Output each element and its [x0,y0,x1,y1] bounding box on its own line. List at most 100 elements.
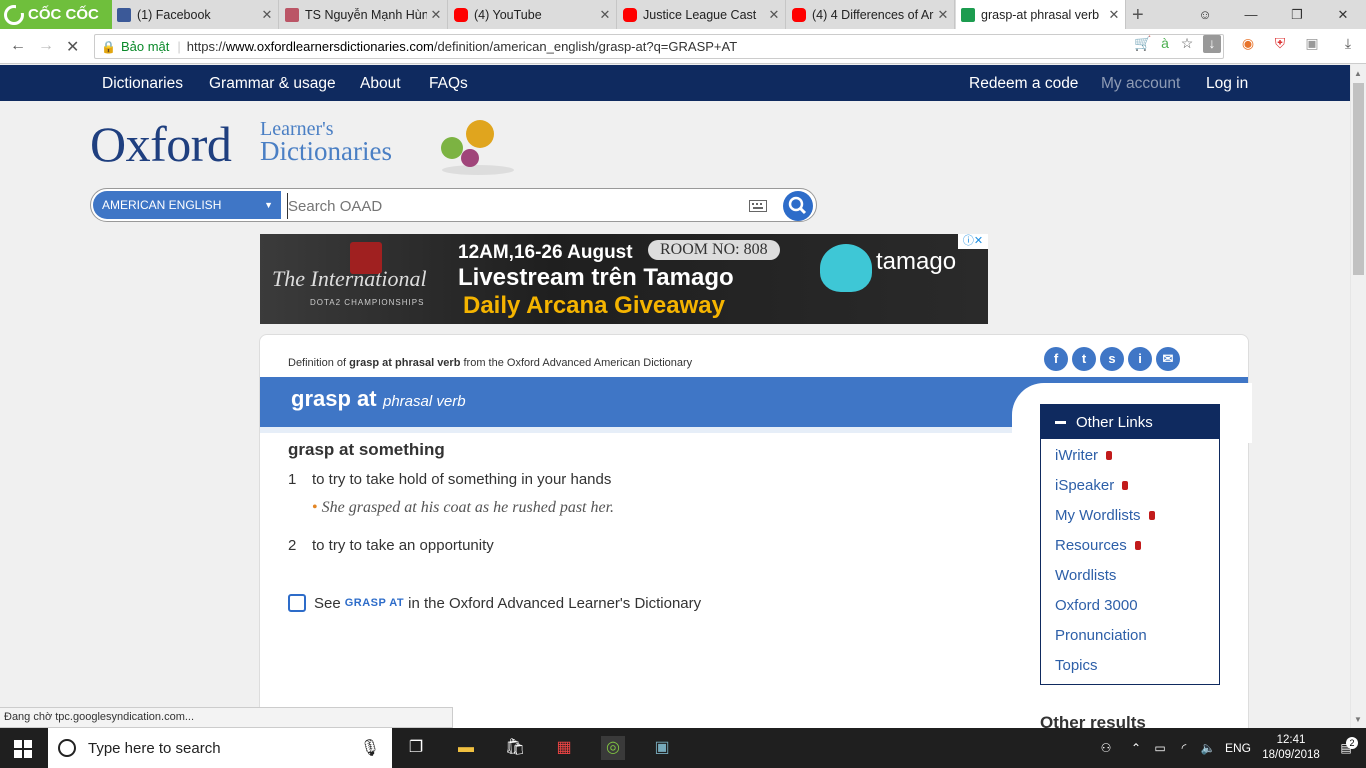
app-icon[interactable]: ▣ [650,736,674,760]
keyboard-icon[interactable] [749,200,767,212]
nav-redeem-code[interactable]: Redeem a code [969,75,1078,93]
close-icon[interactable]: ✕ [1105,7,1123,23]
link-ispeaker[interactable]: iSpeaker [1055,477,1129,494]
task-view-icon[interactable]: ❐ [404,736,428,760]
link-label: Oxford 3000 [1055,597,1138,614]
system-tray: ⚇ ⌃ ▭ ◜ 🔈 ENG 12:41 18/09/2018 ▤ 2 [1088,728,1366,768]
share-icon[interactable]: i [1128,347,1152,371]
nav-log-in[interactable]: Log in [1206,75,1248,93]
notification-icon[interactable]: ▤ 2 [1326,737,1366,755]
link-resources[interactable]: Resources [1055,537,1141,554]
close-window-button[interactable]: ✕ [1320,0,1366,29]
link-topics[interactable]: Topics [1055,657,1098,674]
close-icon[interactable]: ✕ [427,7,445,23]
scroll-thumb[interactable] [1353,83,1364,275]
battery-icon[interactable]: ▭ [1148,741,1172,755]
other-links-header[interactable]: Other Links [1041,405,1219,439]
wifi-icon[interactable]: ◜ [1172,741,1196,755]
scroll-down-icon[interactable]: ▼ [1354,715,1362,724]
url-path: /definition/american_english/grasp-at?q=… [433,39,738,54]
coccoc-logo[interactable]: CỐC CỐC [0,0,112,29]
close-icon[interactable]: ✕ [258,7,276,23]
lock-icon: 🔒 [101,39,116,54]
profile-icon[interactable]: ☺ [1182,0,1228,29]
url-bar[interactable]: 🔒 Bảo mật | https://www.oxfordlearnersdi… [94,34,1224,59]
page-scrollbar[interactable]: ▲ ▼ [1350,65,1366,728]
chevron-up-icon[interactable]: ⌃ [1124,741,1148,755]
crumb-bold: grasp at phrasal verb [349,357,461,369]
tab-facebook[interactable]: (1) Facebook ✕ [112,0,279,29]
extension-icon[interactable]: ▣ [1303,35,1321,53]
close-icon[interactable]: ✕ [934,7,952,23]
see-also-link[interactable]: See GRASP AT in the Oxford Advanced Lear… [288,594,701,612]
search-button[interactable] [783,191,813,221]
link-oxford-3000[interactable]: Oxford 3000 [1055,597,1138,614]
tab-site[interactable]: TS Nguyễn Mạnh Hùn ✕ [280,0,448,29]
link-pronunciation[interactable]: Pronunciation [1055,627,1147,644]
forward-button[interactable]: → [38,37,54,55]
advertisement-banner[interactable]: The International DOTA2 CHAMPIONSHIPS 12… [260,234,988,324]
facebook-share-icon[interactable]: f [1044,347,1068,371]
people-icon[interactable]: ⚇ [1088,741,1124,755]
download-icon[interactable]: ↓ [1203,35,1221,53]
back-button[interactable]: ← [10,37,26,55]
cortana-icon [58,739,76,757]
stop-button[interactable]: ✕ [66,37,79,57]
tab-justice-league[interactable]: Justice League Cast ✕ [618,0,786,29]
maximize-button[interactable]: ❐ [1274,0,1320,29]
coccoc-taskbar-icon[interactable]: ◎ [601,736,625,760]
app-icon[interactable]: ▦ [552,736,576,760]
notification-count: 2 [1346,737,1358,749]
tab-differences[interactable]: (4) 4 Differences of Ar ✕ [787,0,955,29]
twitter-share-icon[interactable]: t [1072,347,1096,371]
facebook-icon [117,7,131,22]
link-wordlists[interactable]: Wordlists [1055,567,1116,584]
windows-start-icon[interactable] [14,740,32,758]
nav-faqs[interactable]: FAQs [429,75,468,93]
lock-icon [1122,481,1129,490]
lock-icon [1134,541,1141,550]
nav-dictionaries[interactable]: Dictionaries [102,75,183,93]
nav-my-account[interactable]: My account [1101,75,1180,93]
store-icon[interactable]: 🛍 [503,736,527,760]
nav-grammar-usage[interactable]: Grammar & usage [209,75,336,93]
oxford-icon [961,7,975,22]
stumbleupon-share-icon[interactable]: s [1100,347,1124,371]
downloads-icon[interactable]: ⤓ [1339,35,1357,53]
tab-title: (1) Facebook [137,7,211,22]
caret-down-icon: ▼ [264,200,273,210]
adblock-icon[interactable]: ⛨ [1271,35,1289,53]
dictionary-dropdown[interactable]: AMERICAN ENGLISH ▼ [93,191,281,219]
link-label: Wordlists [1055,567,1117,584]
clock[interactable]: 12:41 18/09/2018 [1256,733,1326,763]
tab-youtube[interactable]: (4) YouTube ✕ [449,0,617,29]
language-indicator[interactable]: ENG [1220,741,1256,755]
see-link-word[interactable]: GRASP AT [345,597,404,609]
scroll-up-icon[interactable]: ▲ [1354,69,1362,78]
cart-icon[interactable]: 🛒 [1134,35,1152,53]
extension-icon[interactable]: ◉ [1239,35,1257,53]
tab-grasp-at[interactable]: grasp-at phrasal verb ✕ [956,0,1126,29]
new-tab-button[interactable]: + [1132,4,1144,27]
minimize-button[interactable]: — [1228,0,1274,29]
taskbar-search[interactable]: Type here to search 🎙 [48,728,392,768]
close-icon[interactable]: ✕ [596,7,614,23]
adchoices-icon[interactable]: ⓘ✕ [958,234,988,249]
site-icon [285,7,299,22]
translate-icon[interactable]: à [1156,35,1174,53]
entry-card: Definition of grasp at phrasal verb from… [259,334,1252,734]
link-my-wordlists[interactable]: My Wordlists [1055,507,1155,524]
ad-line2: Livestream trên Tamago [458,264,734,291]
volume-icon[interactable]: 🔈 [1196,741,1220,755]
search-input[interactable] [287,193,747,219]
nav-about[interactable]: About [360,75,401,93]
security-label: Bảo mật [120,39,170,54]
bookmark-star-icon[interactable]: ☆ [1178,35,1196,53]
crumb-prefix: Definition of [288,357,347,369]
microphone-icon[interactable]: 🎙 [360,738,380,758]
link-iwriter[interactable]: iWriter [1055,447,1113,464]
email-share-icon[interactable]: ✉ [1156,347,1180,371]
taskbar-search-placeholder: Type here to search [88,739,221,757]
close-icon[interactable]: ✕ [765,7,783,23]
file-explorer-icon[interactable]: ▬ [454,736,478,760]
